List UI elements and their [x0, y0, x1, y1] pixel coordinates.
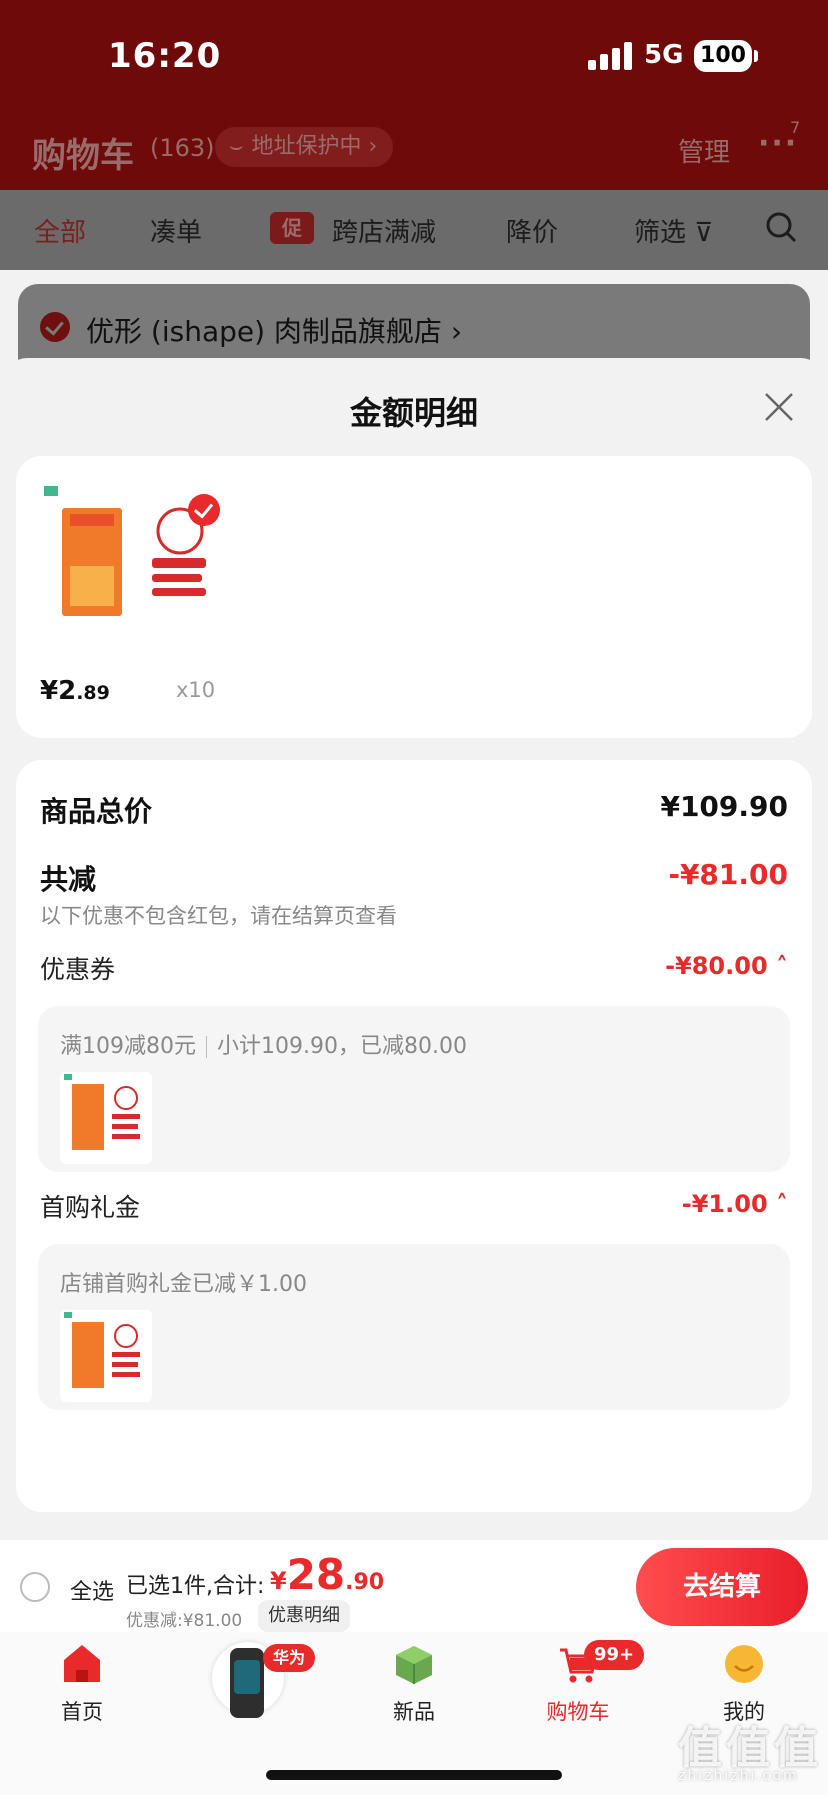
signal-icon	[588, 40, 632, 70]
tab-cart-label: 购物车	[546, 1700, 610, 1724]
coupon-desc: 满109减80元	[60, 1034, 196, 1059]
product-selected-check-icon	[188, 494, 220, 526]
coupon-detail-text: 满109减80元 小计109.90，已减80.00	[60, 1028, 467, 1060]
product-card: ¥2.89 x10	[16, 456, 812, 738]
home-icon	[64, 1645, 100, 1682]
checkout-button[interactable]: 去结算	[636, 1548, 808, 1626]
close-icon[interactable]	[762, 390, 796, 424]
network-type: 5G	[644, 40, 684, 70]
search-icon[interactable]	[764, 210, 798, 244]
discount-note: 以下优惠不包含红包，请在结算页查看	[40, 904, 397, 928]
total-price-label: 商品总价	[40, 795, 153, 828]
battery-icon: 100	[694, 40, 758, 72]
home-indicator[interactable]	[266, 1770, 562, 1780]
tab-home-label: 首页	[61, 1700, 103, 1724]
profile-icon	[725, 1645, 763, 1683]
status-time: 16:20	[108, 36, 222, 76]
smartwatch-image[interactable]	[230, 1648, 264, 1718]
select-all-label[interactable]: 全选	[70, 1574, 114, 1606]
coupon-product-thumbnail	[60, 1072, 152, 1164]
shop-checkbox[interactable]	[40, 312, 70, 342]
total-main: 28	[286, 1550, 346, 1599]
selected-summary: 已选1件,合计:	[126, 1574, 265, 1599]
first-purchase-gift-value-toggle[interactable]: -¥1.00 ˄	[682, 1190, 788, 1218]
saved-amount: 优惠减:¥81.00	[126, 1611, 243, 1631]
total-decimal: .90	[345, 1570, 385, 1595]
closed-eye-icon: ⌣	[229, 134, 244, 159]
watermark-text: 值值值	[678, 1723, 822, 1774]
gift-product-thumbnail	[60, 1310, 152, 1402]
coupon-subtotal: 小计109.90，已减80.00	[217, 1034, 467, 1059]
coupon-label: 优惠券	[40, 955, 116, 984]
coupon-value-toggle[interactable]: -¥80.00 ˄	[665, 952, 788, 980]
tab-combine[interactable]: 凑单	[150, 212, 202, 249]
total-currency: ¥	[270, 1567, 287, 1595]
filter-label: 筛选	[634, 218, 687, 248]
discount-detail-button[interactable]: 优惠明细	[258, 1600, 350, 1632]
funnel-icon: ⊽	[694, 218, 714, 248]
tab-home[interactable]: 首页	[22, 1642, 142, 1726]
tab-price-drop[interactable]: 降价	[506, 212, 558, 249]
manage-button[interactable]: 管理	[678, 132, 730, 169]
tab-new[interactable]: 新品	[354, 1642, 474, 1726]
select-all-radio[interactable]	[20, 1572, 50, 1602]
discount-total-label: 共减	[40, 863, 97, 896]
promo-tag-icon: 促	[270, 212, 314, 244]
status-bar: 16:20 5G 100	[0, 0, 828, 110]
tab-cross-store-discount[interactable]: 跨店满减	[332, 212, 436, 249]
watermark-url: zhizhizhi.com	[678, 1768, 799, 1784]
checkout-total: ¥28.90	[270, 1550, 384, 1599]
tab-all[interactable]: 全部	[34, 212, 86, 249]
brand-badge: 华为	[263, 1644, 316, 1672]
more-badge: 7	[790, 118, 801, 137]
cart-item-count: (163)	[150, 134, 215, 162]
product-price-main: ¥2	[40, 676, 77, 706]
gift-detail-text: 店铺首购礼金已减￥1.00	[60, 1272, 307, 1297]
tab-new-label: 新品	[393, 1700, 435, 1724]
shop-name[interactable]: 优形 (ishape) 肉制品旗舰店 ›	[86, 310, 462, 350]
total-price-value: ¥109.90	[660, 790, 788, 823]
gift-detail-box: 店铺首购礼金已减￥1.00	[38, 1244, 790, 1410]
first-purchase-gift-label: 首购礼金	[40, 1193, 141, 1222]
page-title: 购物车	[32, 136, 134, 176]
discount-total-value: -¥81.00	[668, 858, 788, 891]
sheet-title: 金额明细	[349, 394, 478, 432]
coupon-detail-box: 满109减80元 小计109.90，已减80.00	[38, 1006, 790, 1172]
price-breakdown-card: 商品总价 ¥109.90 共减 -¥81.00 以下优惠不包含红包，请在结算页查…	[16, 760, 812, 1512]
tab-filter[interactable]: 筛选 ⊽	[634, 212, 713, 249]
product-price-decimal: .89	[76, 682, 110, 704]
address-protection-pill[interactable]: ⌣ 地址保护中 ›	[215, 127, 394, 167]
cart-count-badge: 99+	[584, 1640, 645, 1670]
product-quantity: x10	[176, 678, 216, 702]
amount-detail-sheet: 金额明细 ¥2.89 x10 商品总价 ¥109.90 共减 -¥81.00 以…	[0, 358, 828, 1540]
product-price: ¥2.89	[40, 676, 110, 706]
new-products-icon	[396, 1646, 432, 1684]
address-protection-label: 地址保护中 ›	[251, 134, 378, 159]
